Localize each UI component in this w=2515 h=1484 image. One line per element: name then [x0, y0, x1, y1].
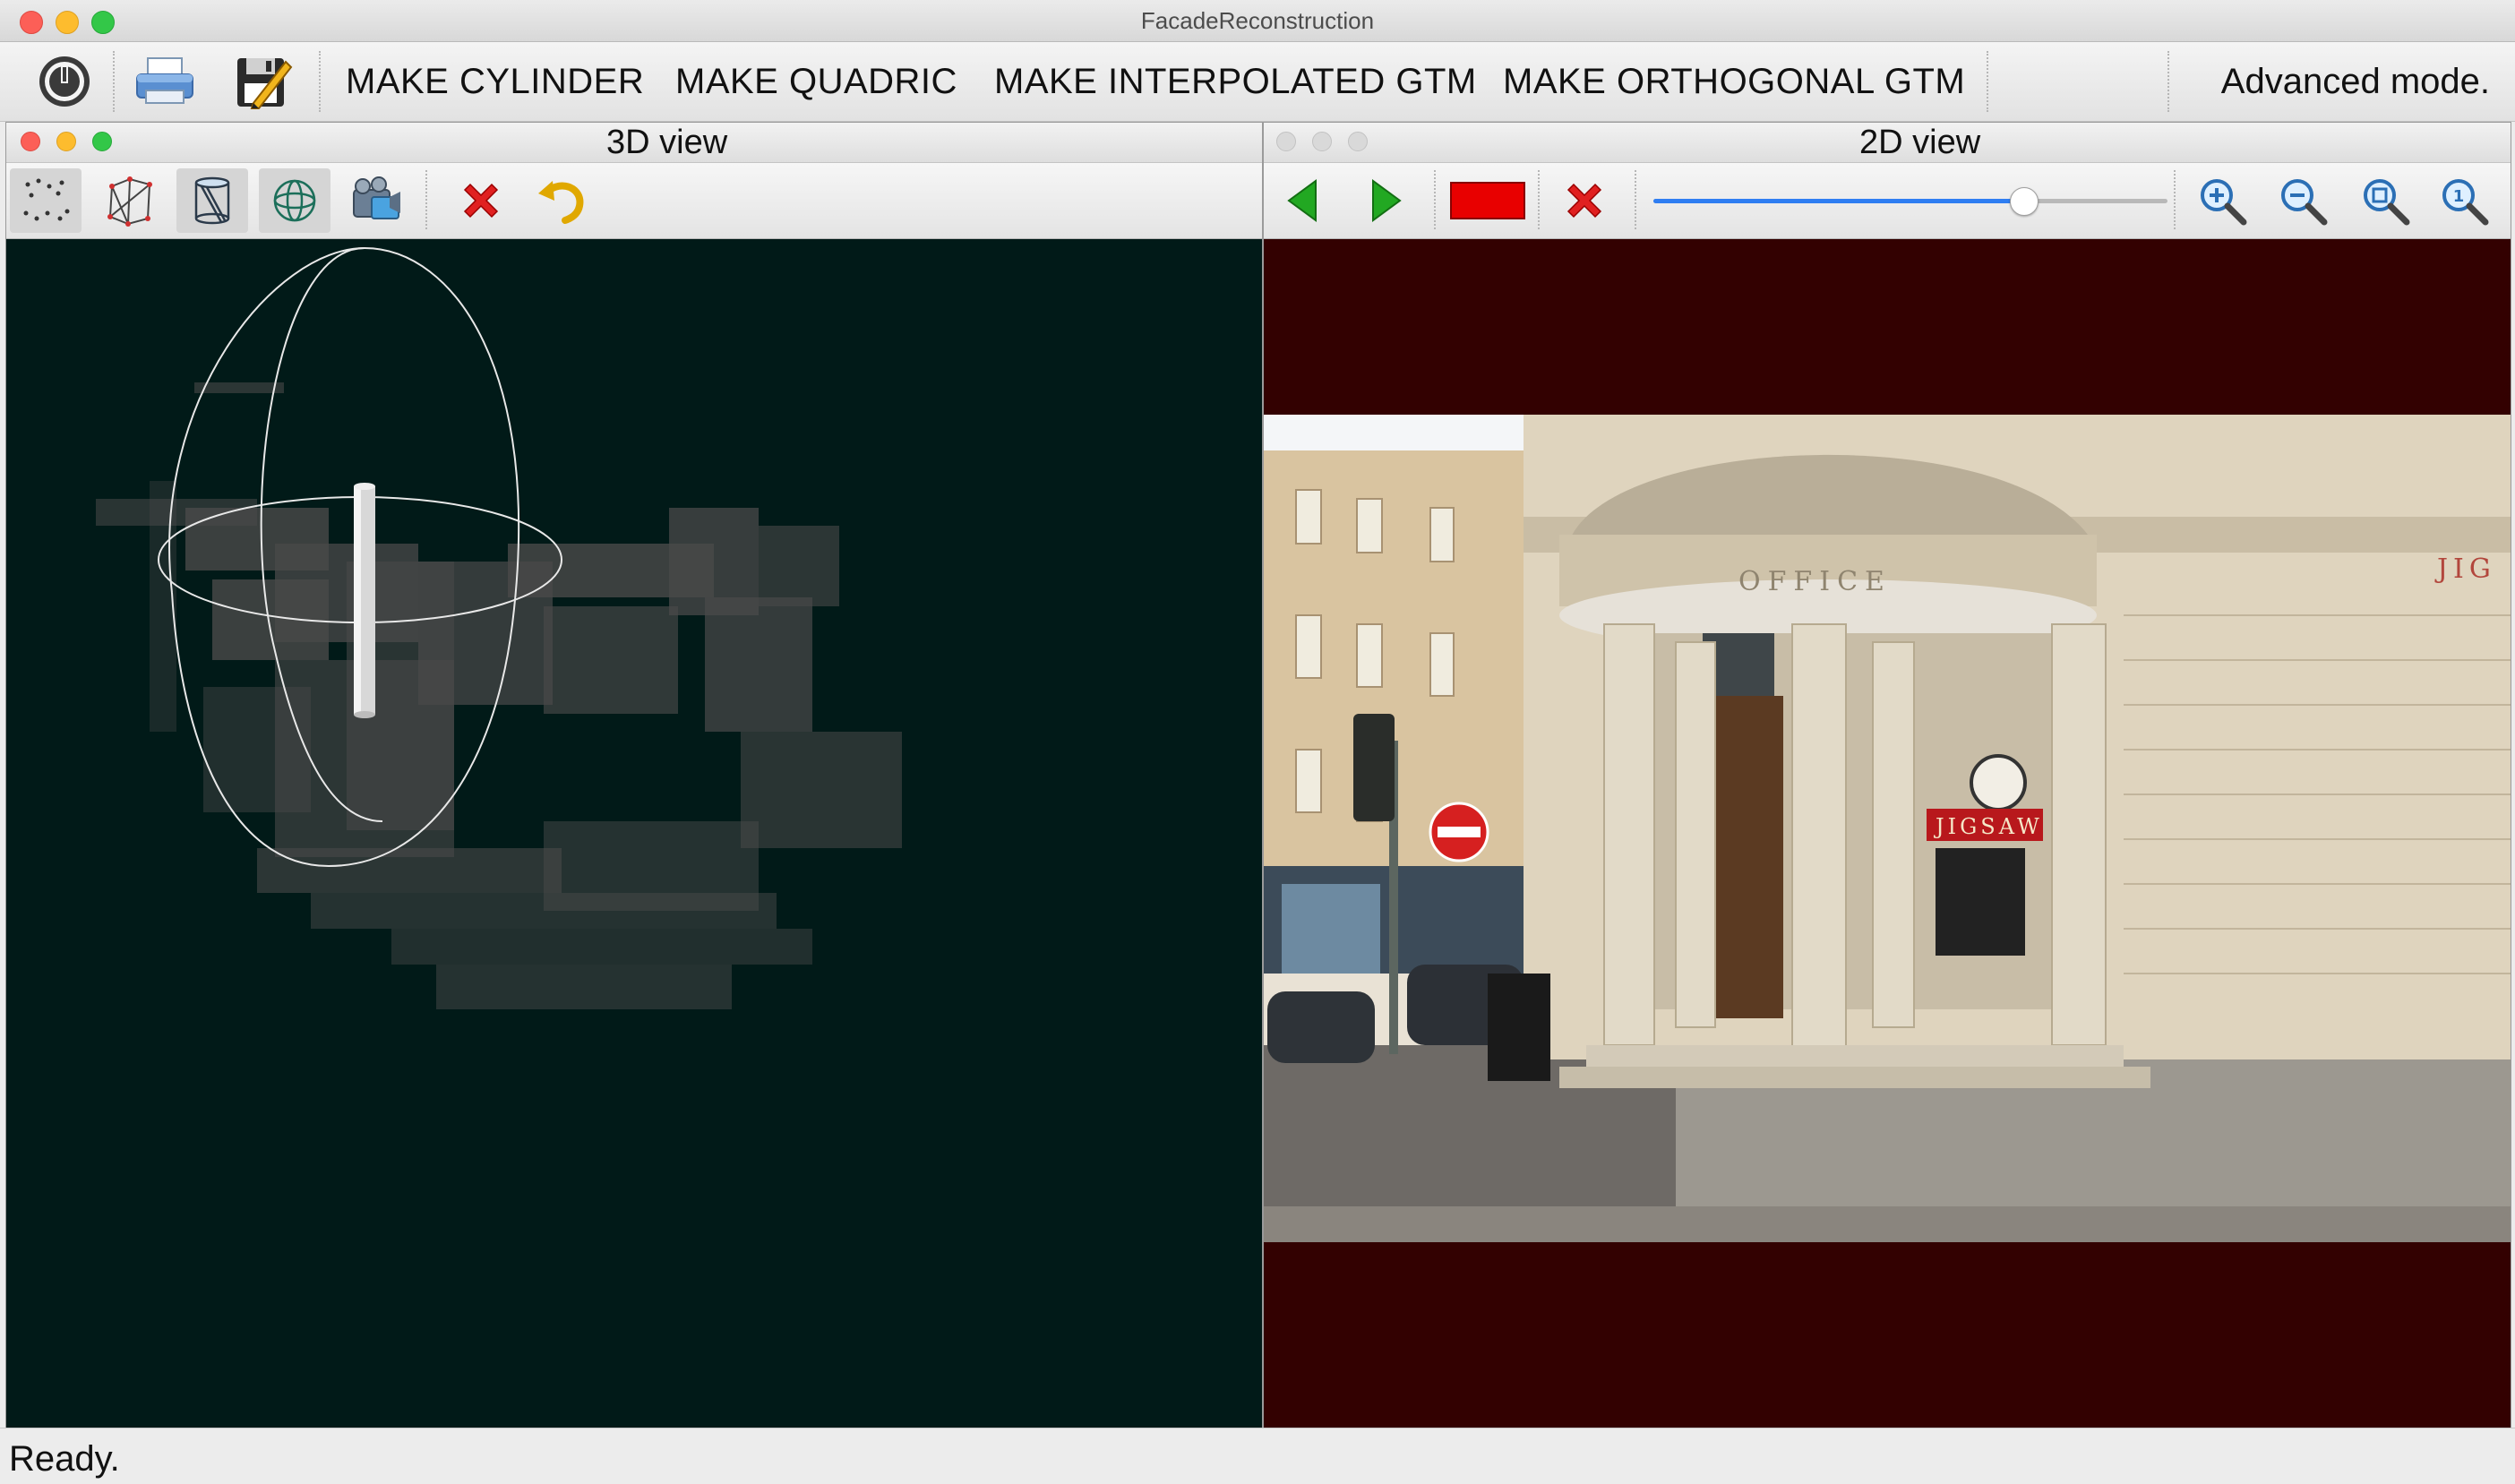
slider-knob[interactable] [2010, 187, 2039, 216]
3d-view-toolbar [6, 163, 1262, 239]
toolbar-separator [2174, 170, 2176, 229]
toolbar-separator [1538, 170, 1540, 229]
previous-arrow-icon[interactable] [1267, 168, 1339, 233]
maximize-pane-button[interactable] [1348, 132, 1368, 151]
zoom-out-icon[interactable] [2267, 168, 2339, 233]
frame-slider[interactable] [1653, 187, 2167, 216]
status-bar: Ready. [0, 1428, 2515, 1484]
corner-sign-text: JIG [2434, 553, 2496, 585]
cylinder-icon[interactable] [176, 168, 248, 233]
3d-view-title: 3D view [606, 124, 728, 161]
slider-fill [1653, 199, 2024, 203]
cylinder-model[interactable] [354, 483, 375, 718]
maximize-pane-button[interactable] [92, 132, 112, 151]
toolbar-separator [1434, 170, 1436, 229]
toolbar-separator [113, 51, 115, 112]
mesh-icon[interactable] [94, 168, 166, 233]
delete-icon[interactable] [1549, 168, 1620, 233]
title-bar: FacadeReconstruction [0, 0, 2515, 42]
close-pane-button[interactable] [21, 132, 40, 151]
undo-icon[interactable] [526, 168, 597, 233]
point-cloud-render[interactable] [6, 239, 1262, 1428]
toolbar-separator [319, 51, 321, 112]
2d-view-header: 2D view [1264, 123, 2511, 163]
toolbar-separator [1635, 170, 1636, 229]
2d-view-title: 2D view [1859, 124, 1981, 161]
make-interpolated-gtm-button[interactable]: MAKE INTERPOLATED GTM [994, 60, 1477, 103]
3d-view-pane: 3D view [5, 122, 1263, 1429]
power-icon[interactable] [32, 49, 97, 114]
minimize-pane-button[interactable] [56, 132, 76, 151]
2d-view-toolbar: 1 [1264, 163, 2511, 239]
make-orthogonal-gtm-button[interactable]: MAKE ORTHOGONAL GTM [1503, 60, 1965, 103]
toolbar-separator [425, 170, 427, 229]
2d-viewport[interactable]: OFFICE JIG JIGSAW [1264, 239, 2511, 1428]
zoom-actual-icon[interactable]: 1 [2428, 168, 2500, 233]
sphere-icon[interactable] [259, 168, 330, 233]
red-rectangle-icon[interactable] [1443, 168, 1532, 233]
next-arrow-icon[interactable] [1350, 168, 1421, 233]
toolbar-separator [1987, 51, 1988, 112]
delete-icon[interactable] [445, 168, 517, 233]
zoom-in-icon[interactable] [2186, 168, 2258, 233]
svg-text:1: 1 [2453, 187, 2465, 206]
status-text: Ready. [9, 1439, 120, 1479]
point-cloud-icon[interactable] [10, 168, 82, 233]
save-edit-icon[interactable] [231, 49, 296, 114]
app-window: FacadeReconstruction MAKE CYLINDER MAKE … [0, 0, 2515, 1484]
zoom-fit-icon[interactable] [2349, 168, 2421, 233]
3d-viewport[interactable] [6, 239, 1262, 1428]
2d-view-pane: 2D view 1 OFFICE JIG JIGSAW [1263, 122, 2511, 1429]
camera-icon[interactable] [341, 168, 413, 233]
main-toolbar: MAKE CYLINDER MAKE QUADRIC MAKE INTERPOL… [0, 42, 2515, 122]
close-pane-button[interactable] [1276, 132, 1296, 151]
office-lintel-text: OFFICE [1738, 566, 1892, 597]
make-cylinder-button[interactable]: MAKE CYLINDER [346, 60, 644, 103]
mode-indicator[interactable]: Advanced mode. [2221, 60, 2490, 103]
toolbar-separator [2167, 51, 2169, 112]
3d-view-header: 3D view [6, 123, 1262, 163]
minimize-pane-button[interactable] [1312, 132, 1332, 151]
jigsaw-sign-text: JIGSAW [1933, 814, 2043, 839]
make-quadric-button[interactable]: MAKE QUADRIC [675, 60, 957, 103]
printer-icon[interactable] [133, 49, 197, 114]
facade-photo[interactable]: OFFICE JIG JIGSAW [1264, 239, 2511, 1428]
window-title: FacadeReconstruction [1140, 7, 1375, 34]
